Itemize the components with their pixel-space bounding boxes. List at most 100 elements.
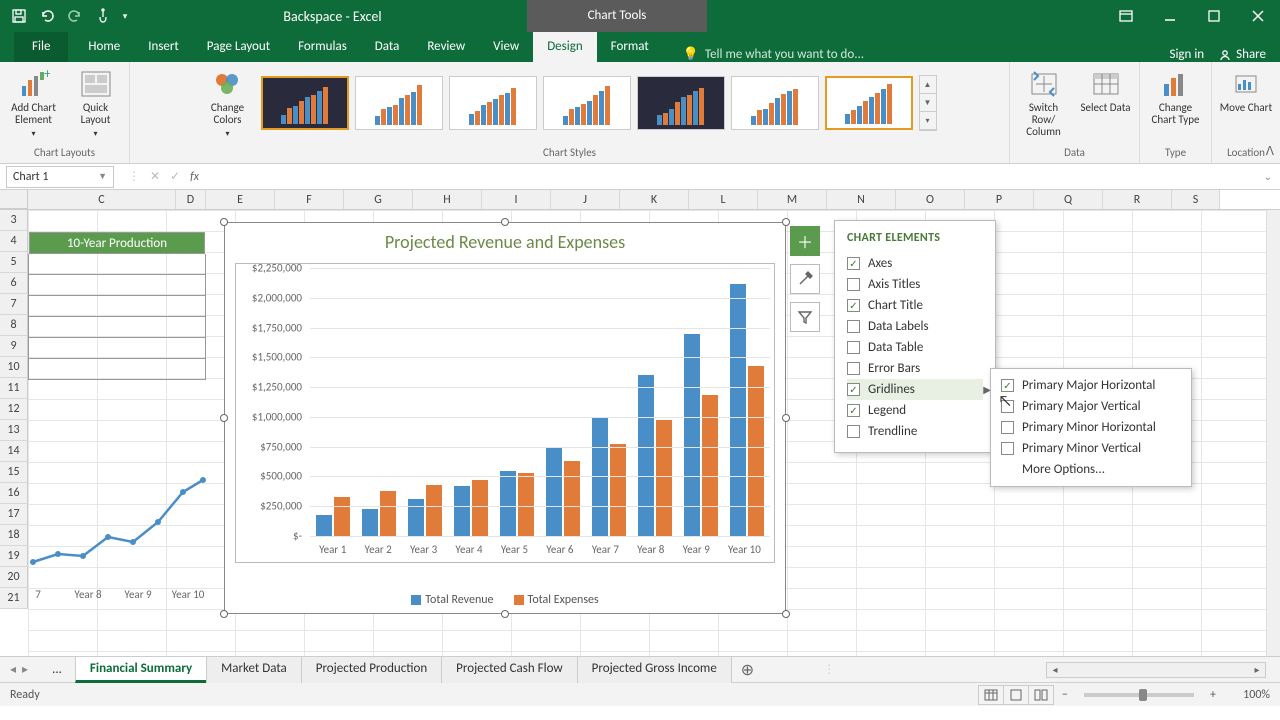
redo-button[interactable] [62,3,88,29]
tab-page-layout[interactable]: Page Layout [193,32,284,62]
row-header[interactable]: 16 [0,483,28,504]
minimize-button[interactable] [1148,0,1192,32]
view-page-layout-button[interactable] [1003,685,1029,705]
row-header[interactable]: 21 [0,588,28,609]
chart-style-thumb[interactable] [449,76,537,130]
row-header[interactable]: 11 [0,378,28,399]
vertical-scrollbar[interactable] [1266,210,1280,656]
column-header[interactable]: P [965,190,1034,209]
tab-formulas[interactable]: Formulas [284,32,361,62]
column-header[interactable]: E [206,190,275,209]
tab-file[interactable]: File [14,32,68,62]
move-chart-button[interactable]: Move Chart [1219,66,1273,114]
worksheet-grid[interactable]: CDEFGHIJKLMNOPQRS 3456789101112131415161… [0,190,1280,656]
view-page-break-button[interactable] [1028,685,1054,705]
view-normal-button[interactable] [978,685,1004,705]
zoom-in-button[interactable]: + [1202,688,1224,702]
sheet-nav-prev[interactable]: ◂ [10,662,16,677]
save-button[interactable] [6,3,32,29]
select-data-button[interactable]: Select Data [1079,66,1133,114]
column-header[interactable]: R [1103,190,1172,209]
undo-button[interactable] [34,3,60,29]
formula-input[interactable] [207,166,1256,188]
chart-element-item[interactable]: ✓Legend [847,400,983,421]
chart-elements-button[interactable]: ＋ [790,226,820,256]
change-chart-type-button[interactable]: Change Chart Type [1149,66,1203,126]
gridlines-option[interactable]: Primary Minor Horizontal [1001,417,1181,438]
chart-style-thumb[interactable] [825,76,913,130]
sheet-tab[interactable]: Financial Summary [75,656,207,683]
column-header[interactable]: M [758,190,827,209]
column-header[interactable]: K [620,190,689,209]
row-header[interactable]: 17 [0,504,28,525]
chart-style-thumb[interactable] [637,76,725,130]
chart-legend[interactable]: Total Revenue Total Expenses [225,593,785,607]
sign-in-link[interactable]: Sign in [1169,47,1204,62]
add-chart-element-button[interactable]: + Add Chart Element▾ [7,66,61,140]
chart-element-item[interactable]: Error Bars [847,358,983,379]
chart-styles-button[interactable] [790,264,820,294]
sheet-tab[interactable]: Projected Cash Flow [441,656,578,683]
chart-element-item[interactable]: ✓Gridlines▶ [847,379,983,400]
row-header[interactable]: 8 [0,315,28,336]
embedded-chart[interactable]: Projected Revenue and Expenses $-$250,00… [224,222,786,614]
gallery-scroll[interactable]: ▲▼▾ [919,75,937,131]
chart-style-thumb[interactable] [731,76,819,130]
row-header[interactable]: 6 [0,273,28,294]
sheet-nav-next[interactable]: ▸ [22,662,28,677]
ribbon-display-options[interactable] [1104,0,1148,32]
chart-element-item[interactable]: ✓Axes [847,253,983,274]
row-header[interactable]: 15 [0,462,28,483]
column-header[interactable]: C [28,190,176,209]
sheet-overflow[interactable]: ... [38,658,76,681]
table-header-cell[interactable]: 10-Year Production [29,232,205,254]
column-header[interactable]: G [344,190,413,209]
qat-customize[interactable]: ▾ [118,3,132,29]
zoom-level[interactable]: 100% [1224,688,1270,702]
tab-view[interactable]: View [479,32,533,62]
tab-format[interactable]: Format [597,32,663,62]
chart-style-thumb[interactable] [261,76,349,130]
touch-mode-button[interactable] [90,3,116,29]
row-header[interactable]: 4 [0,231,28,252]
column-header[interactable]: N [827,190,896,209]
zoom-slider[interactable] [1084,693,1194,697]
column-header[interactable]: D [176,190,206,209]
formula-expand[interactable]: ⌄ [1256,170,1280,183]
row-header[interactable]: 7 [0,294,28,315]
close-button[interactable] [1236,0,1280,32]
row-header[interactable]: 14 [0,441,28,462]
select-all-corner[interactable] [0,190,28,209]
chart-style-thumb[interactable] [355,76,443,130]
chart-element-item[interactable]: Axis Titles [847,274,983,295]
column-header[interactable]: Q [1034,190,1103,209]
quick-layout-button[interactable]: Quick Layout▾ [69,66,123,140]
fx-icon[interactable]: fx [190,170,199,184]
row-header[interactable]: 9 [0,336,28,357]
enter-formula-icon[interactable]: ✓ [170,169,180,184]
row-header[interactable]: 13 [0,420,28,441]
table-column[interactable] [28,254,206,380]
chart-styles-gallery[interactable]: ▲▼▾ [261,75,937,131]
row-header[interactable]: 20 [0,567,28,588]
more-options-item[interactable]: More Options... [1001,459,1181,480]
column-header[interactable]: L [689,190,758,209]
row-header[interactable]: 12 [0,399,28,420]
column-header[interactable]: F [275,190,344,209]
chart-filters-button[interactable] [790,302,820,332]
tab-home[interactable]: Home [74,32,134,62]
chart-element-item[interactable]: Trendline [847,421,983,442]
tab-data[interactable]: Data [361,32,414,62]
switch-row-column-button[interactable]: Switch Row/ Column [1017,66,1071,138]
tab-insert[interactable]: Insert [134,32,193,62]
gridlines-option[interactable]: Primary Minor Vertical [1001,438,1181,459]
chart-style-thumb[interactable] [543,76,631,130]
row-header[interactable]: 19 [0,546,28,567]
tab-design[interactable]: Design [533,32,596,62]
chart-element-item[interactable]: ✓Chart Title [847,295,983,316]
change-colors-button[interactable]: Change Colors▾ [203,66,253,140]
row-header[interactable]: 10 [0,357,28,378]
chart-element-item[interactable]: Data Labels [847,316,983,337]
row-header[interactable]: 18 [0,525,28,546]
collapse-ribbon-button[interactable]: ᐱ [1266,144,1274,159]
